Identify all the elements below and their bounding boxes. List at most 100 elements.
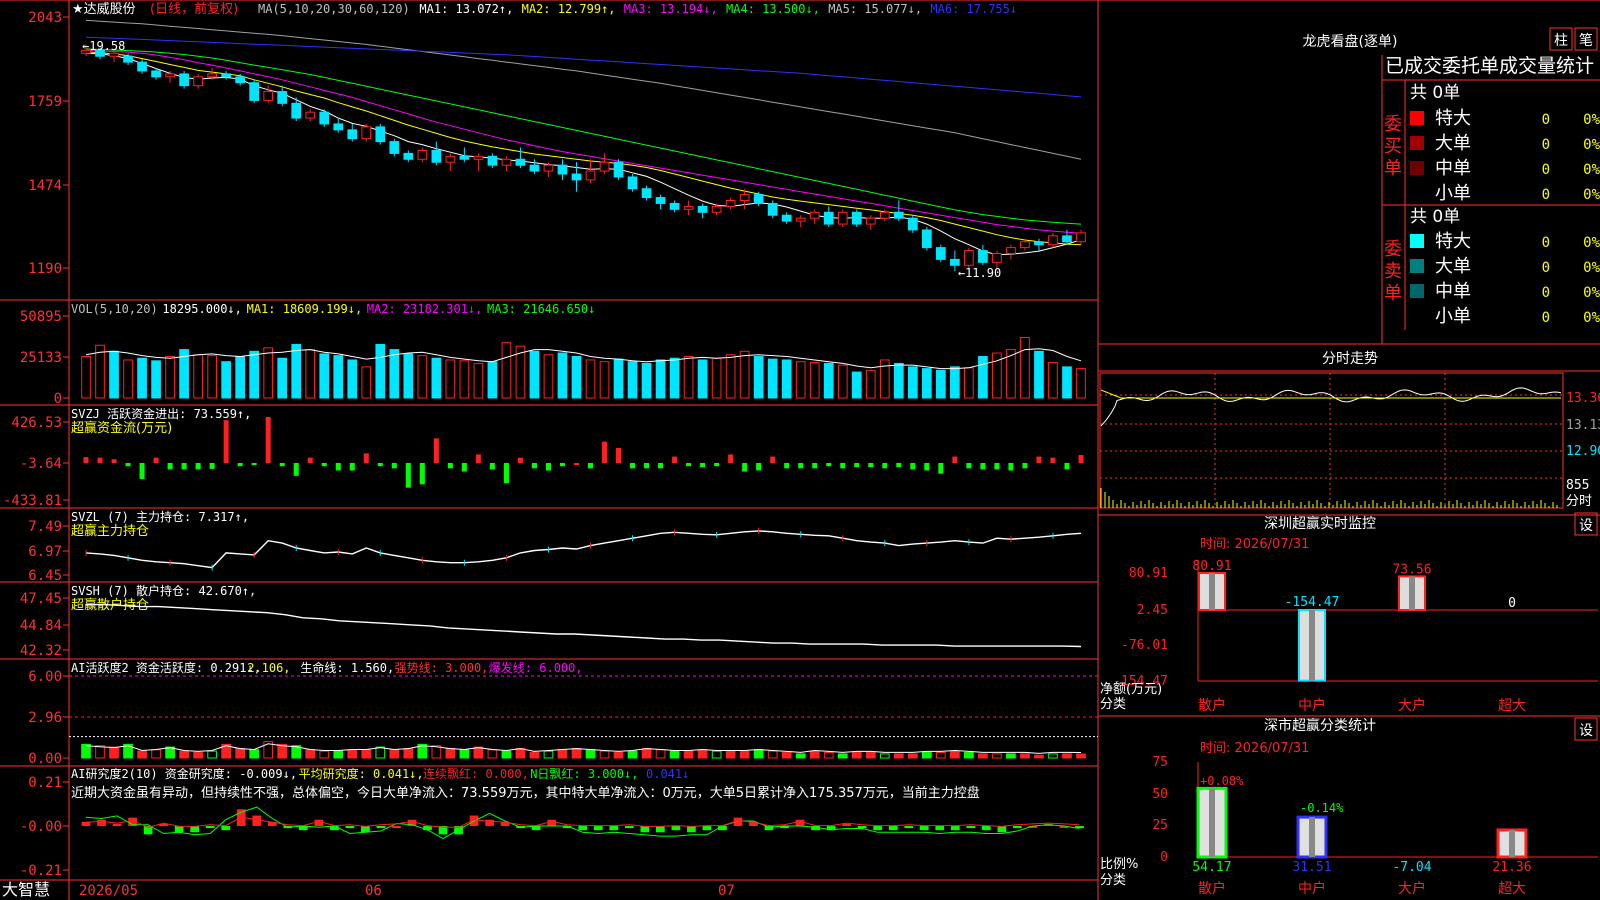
fund-flow-bar[interactable]	[1008, 463, 1014, 471]
research-bar[interactable]	[919, 826, 929, 831]
candle-body[interactable]	[487, 155, 498, 166]
activity-bar[interactable]	[851, 752, 862, 759]
fund-flow-bar[interactable]	[139, 463, 145, 480]
fund-flow-bar[interactable]	[882, 463, 888, 469]
fund-flow-bar[interactable]	[111, 459, 117, 463]
fund-flow-bar[interactable]	[307, 457, 313, 463]
activity-bar[interactable]	[767, 750, 778, 759]
volume-bar[interactable]	[725, 354, 736, 399]
candle-body[interactable]	[936, 247, 946, 260]
volume-bar[interactable]	[936, 369, 946, 399]
fund-flow-bar[interactable]	[279, 463, 285, 467]
activity-bar[interactable]	[109, 746, 119, 759]
research-bar[interactable]	[857, 826, 867, 829]
candle-body[interactable]	[193, 76, 203, 87]
fund-flow-bar[interactable]	[265, 417, 271, 463]
volume-bar[interactable]	[978, 356, 988, 399]
candle-body[interactable]	[1048, 235, 1058, 246]
fund-flow-bar[interactable]	[952, 456, 958, 463]
candle-body[interactable]	[964, 250, 974, 266]
research-bar[interactable]	[997, 826, 1007, 833]
volume-bar[interactable]	[417, 355, 428, 399]
volume-bar[interactable]	[585, 359, 596, 399]
research-bar[interactable]	[1013, 826, 1022, 829]
volume-bar[interactable]	[697, 359, 708, 399]
candle-body[interactable]	[501, 158, 512, 166]
fund-flow-bar[interactable]	[602, 441, 608, 463]
fund-flow-bar[interactable]	[559, 463, 565, 467]
activity-bar[interactable]	[1006, 753, 1016, 759]
fund-flow-bar[interactable]	[405, 463, 411, 488]
research-bar[interactable]	[345, 826, 355, 829]
activity-bar[interactable]	[655, 749, 666, 759]
candle-body[interactable]	[221, 73, 231, 78]
activity-bar[interactable]	[459, 749, 470, 759]
volume-bar[interactable]	[249, 350, 260, 399]
volume-bar[interactable]	[809, 362, 820, 399]
candle-body[interactable]	[585, 170, 596, 181]
candle-body[interactable]	[179, 73, 189, 87]
research-bar[interactable]	[221, 826, 231, 831]
candle-body[interactable]	[291, 102, 302, 119]
candle-body[interactable]	[165, 73, 175, 78]
candle-body[interactable]	[599, 161, 610, 172]
fund-flow-bar[interactable]	[181, 463, 187, 470]
fund-flow-bar[interactable]	[363, 453, 369, 463]
candle-body[interactable]	[1006, 247, 1016, 255]
activity-bar[interactable]	[641, 747, 652, 759]
research-bar[interactable]	[935, 826, 945, 831]
candle-body[interactable]	[893, 211, 904, 219]
activity-bar[interactable]	[571, 747, 582, 759]
research-bar[interactable]	[795, 819, 805, 826]
fund-flow-bar[interactable]	[349, 463, 355, 471]
activity-bar[interactable]	[403, 747, 414, 759]
candle-body[interactable]	[249, 82, 260, 101]
volume-bar[interactable]	[571, 356, 582, 399]
fund-flow-bar[interactable]	[293, 463, 299, 476]
activity-bar[interactable]	[599, 750, 610, 759]
candle-body[interactable]	[137, 61, 147, 72]
volume-bar[interactable]	[865, 369, 876, 399]
candle-body[interactable]	[1062, 235, 1072, 243]
candle-body[interactable]	[319, 111, 330, 125]
fund-flow-bar[interactable]	[868, 463, 874, 468]
research-bar[interactable]	[624, 826, 634, 829]
activity-bar[interactable]	[1034, 754, 1044, 759]
candle-body[interactable]	[978, 250, 988, 263]
research-bar[interactable]	[888, 826, 898, 831]
fund-flow-bar[interactable]	[672, 456, 678, 463]
fund-flow-bar[interactable]	[966, 463, 972, 469]
volume-bar[interactable]	[305, 349, 316, 399]
volume-bar[interactable]	[739, 350, 750, 399]
candle-body[interactable]	[879, 211, 890, 219]
volume-bar[interactable]	[613, 358, 624, 399]
research-bar[interactable]	[873, 826, 883, 831]
fund-flow-bar[interactable]	[237, 463, 243, 467]
volume-bar[interactable]	[403, 353, 414, 399]
activity-bar[interactable]	[739, 750, 750, 759]
fund-flow-bar[interactable]	[377, 463, 383, 467]
volume-bar[interactable]	[950, 366, 960, 399]
activity-bar[interactable]	[389, 749, 400, 759]
volume-bar[interactable]	[151, 360, 161, 399]
volume-bar[interactable]	[781, 359, 792, 399]
activity-bar[interactable]	[193, 752, 203, 759]
candle-body[interactable]	[921, 229, 932, 249]
activity-bar[interactable]	[487, 749, 498, 759]
fund-flow-bar[interactable]	[489, 463, 495, 470]
fund-flow-bar[interactable]	[658, 463, 664, 469]
research-bar[interactable]	[656, 826, 665, 833]
activity-bar[interactable]	[837, 753, 848, 759]
fund-flow-bar[interactable]	[447, 463, 453, 469]
activity-bar[interactable]	[978, 753, 988, 759]
volume-bar[interactable]	[964, 367, 974, 399]
fund-flow-bar[interactable]	[1036, 456, 1042, 463]
volume-bar[interactable]	[109, 350, 119, 399]
volume-bar[interactable]	[207, 355, 217, 399]
candle-body[interactable]	[950, 258, 960, 266]
volume-bar[interactable]	[445, 359, 456, 399]
fund-flow-bar[interactable]	[644, 463, 650, 469]
fund-flow-bar[interactable]	[1050, 457, 1056, 463]
volume-bar[interactable]	[683, 356, 694, 399]
fund-flow-bar[interactable]	[686, 463, 692, 467]
